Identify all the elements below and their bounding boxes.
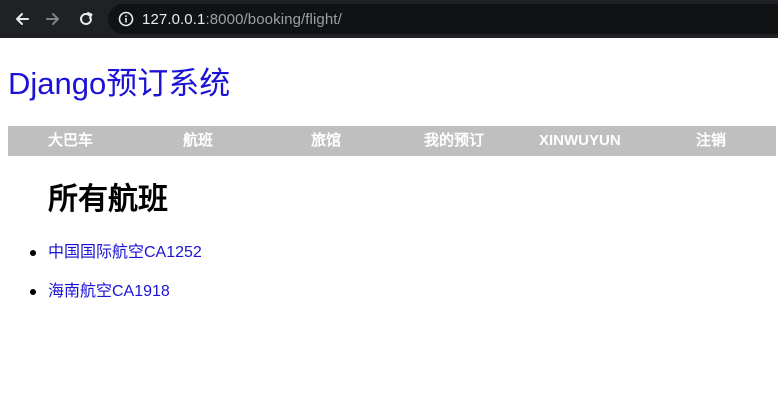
page-content: Django预订系统 大巴车 航班 旅馆 我的预订 XINWUYUN 注销 所有… <box>0 38 778 410</box>
nav-item-flights[interactable]: 航班 <box>183 126 213 156</box>
flight-list: 中国国际航空CA1252 海南航空CA1918 <box>30 243 202 321</box>
page-heading: 所有航班 <box>48 183 168 216</box>
nav-item-hotels[interactable]: 旅馆 <box>311 126 341 156</box>
nav-item-logout[interactable]: 注销 <box>696 126 726 156</box>
bullet-icon <box>30 289 36 295</box>
info-icon[interactable] <box>118 11 134 27</box>
list-item: 海南航空CA1918 <box>30 282 202 302</box>
back-button[interactable] <box>11 8 33 30</box>
arrow-right-icon <box>46 13 59 25</box>
address-bar[interactable]: 127.0.0.1:8000/booking/flight/ <box>108 4 778 34</box>
nav-item-username[interactable]: XINWUYUN <box>539 126 621 156</box>
nav-item-my-bookings[interactable]: 我的预订 <box>424 126 484 156</box>
reload-button[interactable] <box>75 8 97 30</box>
site-title: Django预订系统 <box>8 66 231 101</box>
forward-button[interactable] <box>42 8 64 30</box>
flight-link[interactable]: 海南航空CA1918 <box>48 283 170 300</box>
bullet-icon <box>30 250 36 256</box>
url-path: :8000/booking/flight/ <box>205 10 342 28</box>
nav-item-bus[interactable]: 大巴车 <box>48 126 93 156</box>
url-host: 127.0.0.1 <box>142 10 206 28</box>
main-navbar: 大巴车 航班 旅馆 我的预订 XINWUYUN 注销 <box>8 126 776 156</box>
url-text[interactable]: 127.0.0.1:8000/booking/flight/ <box>142 11 342 28</box>
list-item: 中国国际航空CA1252 <box>30 243 202 263</box>
flight-link[interactable]: 中国国际航空CA1252 <box>48 244 202 261</box>
browser-toolbar: 127.0.0.1:8000/booking/flight/ <box>0 0 778 38</box>
arrow-left-icon <box>16 13 29 25</box>
reload-icon <box>80 12 93 25</box>
